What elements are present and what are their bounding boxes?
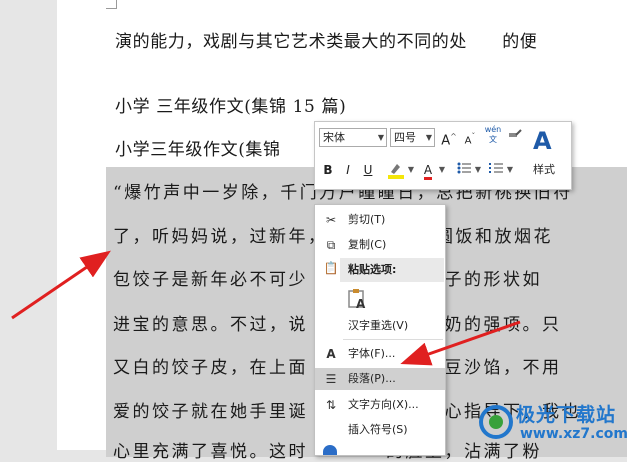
paste-options-label: 粘贴选项: bbox=[348, 263, 397, 276]
menu-separator bbox=[343, 339, 443, 340]
menu-item-font[interactable]: A 字体(F)... bbox=[315, 343, 445, 365]
paste-icon: 📋 bbox=[323, 261, 339, 275]
menu-item-paragraph[interactable]: ☰ 段落(P)... bbox=[315, 368, 445, 390]
menu-item-insert-symbol[interactable]: 插入符号(S) bbox=[315, 419, 445, 441]
text-direction-icon: ⇅ bbox=[325, 398, 337, 412]
paste-keep-text-button[interactable]: A bbox=[347, 287, 369, 311]
menu-item-label: 文字方向(X)... bbox=[348, 398, 419, 411]
paste-options-header: 粘贴选项: bbox=[340, 258, 444, 282]
document-line: 演的能力，戏剧与其它艺术类最大的不同的处 的便 bbox=[115, 32, 538, 52]
numbering-button[interactable] bbox=[487, 160, 505, 180]
bold-button[interactable]: B bbox=[321, 160, 335, 180]
menu-item-label: 字体(F)... bbox=[348, 347, 396, 360]
bullet-list-icon bbox=[457, 162, 471, 174]
menu-item-label: 汉字重选(V) bbox=[348, 319, 409, 332]
font-size-value: 四号 bbox=[394, 131, 416, 144]
bullets-button[interactable] bbox=[455, 160, 473, 180]
paste-text-only-icon: A bbox=[348, 289, 366, 311]
document-line: 小学 三年级作文(集锦 15 篇) bbox=[115, 97, 347, 117]
format-painter-button[interactable] bbox=[506, 127, 524, 147]
shrink-font-button[interactable]: Aˇ bbox=[462, 127, 478, 147]
chevron-down-icon[interactable]: ▼ bbox=[506, 160, 514, 180]
page-corner-mark bbox=[106, 0, 117, 9]
watermark-title: 极光下载站 bbox=[516, 404, 617, 426]
menu-item-copy[interactable]: ⧉ 复制(C) bbox=[315, 234, 445, 256]
menu-item-reconvert[interactable]: 汉字重选(V) bbox=[315, 315, 445, 337]
format-painter-icon bbox=[509, 129, 522, 137]
menu-item-label: 插入符号(S) bbox=[348, 423, 408, 436]
menu-item-text-direction[interactable]: ⇅ 文字方向(X)... bbox=[315, 394, 445, 416]
document-line: 小学三年级作文(集锦 bbox=[115, 140, 281, 160]
numbered-list-icon bbox=[489, 163, 503, 173]
font-name-value: 宋体 bbox=[323, 131, 345, 144]
context-menu: ✂ 剪切(T) ⧉ 复制(C) 粘贴选项: 📋 A 汉字重选(V) A 字体(F… bbox=[314, 204, 446, 456]
font-color-button[interactable]: A bbox=[419, 160, 437, 180]
paragraph-icon: ☰ bbox=[325, 372, 337, 386]
font-name-combo[interactable]: 宋体 ▼ bbox=[319, 128, 387, 147]
styles-button-label[interactable]: 样式 bbox=[533, 161, 555, 177]
watermark-logo-icon bbox=[479, 405, 513, 439]
watermark-url: www.xz7.com bbox=[520, 426, 627, 442]
chevron-down-icon[interactable]: ▼ bbox=[438, 160, 446, 180]
font-icon: A bbox=[326, 347, 336, 361]
menu-item-label: 段落(P)... bbox=[348, 372, 396, 385]
chevron-down-icon: ▼ bbox=[377, 133, 384, 142]
chevron-down-icon[interactable]: ▼ bbox=[407, 160, 415, 180]
menu-item-label: 复制(C) bbox=[348, 238, 387, 251]
chevron-down-icon[interactable]: ▼ bbox=[474, 160, 482, 180]
copy-icon: ⧉ bbox=[326, 238, 336, 252]
more-options-icon bbox=[323, 445, 337, 455]
italic-button[interactable]: I bbox=[341, 160, 355, 180]
highlight-color-button[interactable] bbox=[385, 160, 407, 180]
grow-font-icon: A bbox=[441, 133, 451, 149]
styles-icon[interactable]: A bbox=[533, 127, 552, 155]
highlighter-icon bbox=[388, 164, 404, 179]
scissors-icon: ✂ bbox=[325, 213, 337, 227]
menu-item-cut[interactable]: ✂ 剪切(T) bbox=[315, 209, 445, 231]
mini-toolbar: 宋体 ▼ 四号 ▼ A^ Aˇ wén文 A 样式 B I U ▼ A ▼ ▼ … bbox=[314, 121, 572, 190]
svg-text:A: A bbox=[356, 297, 366, 311]
chevron-down-icon: ▼ bbox=[425, 133, 432, 142]
grow-font-button[interactable]: A^ bbox=[441, 127, 457, 149]
menu-item-label: 剪切(T) bbox=[348, 213, 386, 226]
phonetic-guide-icon: wén文 bbox=[484, 125, 502, 144]
font-size-combo[interactable]: 四号 ▼ bbox=[390, 128, 435, 147]
site-watermark: 极光下载站 www.xz7.com bbox=[478, 396, 627, 450]
font-color-icon: A bbox=[423, 163, 433, 180]
underline-button[interactable]: U bbox=[361, 160, 375, 180]
phonetic-guide-button[interactable]: wén文 bbox=[483, 125, 503, 145]
